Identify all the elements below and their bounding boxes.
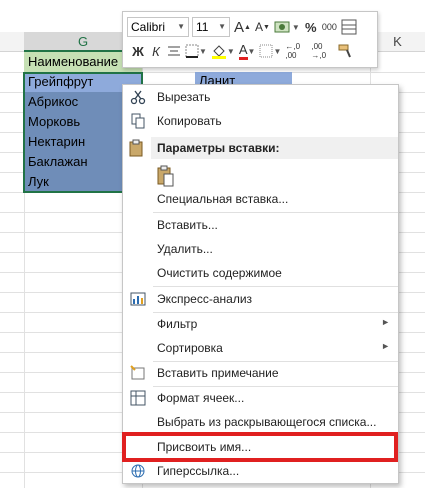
font-name-select[interactable]: Calibri ▼ [127, 17, 189, 37]
paste-option-button[interactable] [123, 163, 398, 189]
menu-item-pick-list[interactable]: Выбрать из раскрывающегося списка... [123, 410, 398, 434]
increase-decimal-button[interactable]: ←,0 ,00 [285, 41, 307, 61]
font-name-value: Calibri [131, 20, 166, 34]
highlight-box [122, 432, 398, 462]
copy-icon [129, 112, 147, 130]
chevron-right-icon: ► [381, 317, 390, 327]
menu-item-delete[interactable]: Удалить... [123, 237, 398, 261]
format-table-button[interactable] [341, 17, 357, 37]
format-cells-icon [129, 389, 147, 407]
italic-button[interactable]: К [149, 41, 163, 61]
paste-icon [155, 165, 177, 187]
scissors-icon [129, 88, 147, 106]
chevron-right-icon: ► [381, 341, 390, 351]
percent-style-button[interactable]: % [304, 17, 318, 37]
quick-analysis-icon [129, 290, 147, 308]
decrease-font-button[interactable]: A ▼ [255, 17, 270, 37]
font-color-button[interactable]: A ▼ [238, 41, 255, 61]
paste-options-header: Параметры вставки: [151, 137, 398, 159]
menu-item-insert-comment[interactable]: Вставить примечание [123, 361, 398, 385]
brush-icon [338, 44, 352, 58]
chevron-down-icon: ▼ [177, 22, 185, 31]
menu-item-insert[interactable]: Вставить... [123, 213, 398, 237]
bold-button[interactable]: Ж [131, 41, 145, 61]
grid-icon [259, 44, 273, 58]
menu-item-quick-analysis[interactable]: Экспресс-анализ [123, 287, 398, 311]
accounting-format-button[interactable]: ▼ [274, 17, 300, 37]
column-header-k[interactable]: K [370, 32, 425, 52]
font-size-select[interactable]: 11 ▼ [192, 17, 230, 37]
fill-bucket-icon [211, 45, 226, 59]
link-icon [129, 462, 147, 480]
mini-toolbar: Calibri ▼ 11 ▼ A ▲ A ▼ ▼ % 000 Ж К ▼ ▼ A… [122, 11, 378, 68]
currency-icon [274, 21, 290, 33]
menu-item-cut[interactable]: Вырезать [123, 85, 398, 109]
comma-style-button[interactable]: 000 [322, 17, 337, 37]
format-painter-button[interactable] [337, 41, 353, 61]
menu-item-sort[interactable]: Сортировка ► [123, 336, 398, 360]
borders-all-button[interactable]: ▼ [259, 41, 281, 61]
menu-item-paste-special[interactable]: Специальная вставка... [123, 187, 398, 211]
menu-item-copy[interactable]: Копировать [123, 109, 398, 133]
menu-item-hyperlink[interactable]: Гиперссылка... [123, 459, 398, 483]
decrease-decimal-button[interactable]: ,00 →,0 [311, 41, 333, 61]
align-center-icon [168, 46, 180, 56]
menu-item-clear[interactable]: Очистить содержимое [123, 261, 398, 285]
increase-font-button[interactable]: A ▲ [234, 17, 251, 37]
fill-color-button[interactable]: ▼ [211, 41, 235, 61]
borders-button[interactable]: ▼ [185, 41, 207, 61]
table-icon [341, 19, 357, 35]
menu-item-filter[interactable]: Фильтр ► [123, 312, 398, 336]
font-size-value: 11 [196, 20, 209, 34]
corner [0, 32, 24, 52]
menu-item-format-cells[interactable]: Формат ячеек... [123, 386, 398, 410]
align-center-button[interactable] [167, 41, 181, 61]
clipboard-icon [129, 139, 147, 157]
borders-icon [185, 44, 199, 58]
context-menu: Вырезать Копировать Параметры вставки: С… [122, 84, 399, 484]
comment-icon [129, 364, 147, 382]
chevron-down-icon: ▼ [218, 22, 226, 31]
